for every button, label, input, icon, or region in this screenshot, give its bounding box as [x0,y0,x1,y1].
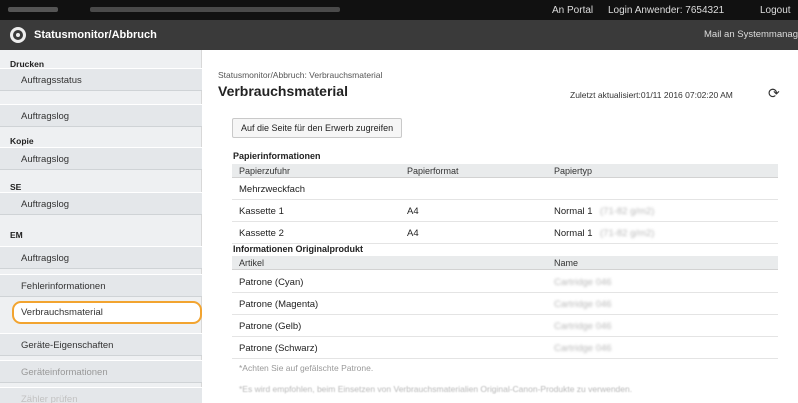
sidebar-item-zaehler-pruefen[interactable]: Zähler prüfen [0,387,202,403]
sidebar-item-label: Fehlerinformationen [21,281,106,292]
article-cell: Patrone (Cyan) [239,277,304,288]
sidebar-item-label: Auftragslog [21,253,70,264]
col-papierzufuhr: Papierzufuhr [239,166,291,176]
sidebar-item-label: Geräteinformationen [21,367,108,378]
paper-type-detail: (71-82 g/m2) [600,206,655,217]
table-row: Patrone (Schwarz) Cartridge 046 [232,337,778,359]
app-header: Statusmonitor/Abbruch Mail an Systemmana… [0,20,798,50]
sidebar-section-em: EM [10,230,23,240]
sidebar-item-label: Zähler prüfen [21,394,78,403]
last-updated-text: Zuletzt aktualisiert:01/11 2016 07:02:20… [570,90,733,100]
col-papiertyp: Papiertyp [554,166,593,176]
login-user-label: Login Anwender: 7654321 [608,5,725,16]
blurred-url-path [90,7,340,12]
article-cell: Patrone (Magenta) [239,299,319,310]
paper-table-header: Papierzufuhr Papierformat Papiertyp [232,164,778,178]
table-row: Kassette 2 A4 Normal 1 (71-82 g/m2) [232,222,778,244]
sidebar-item-verbrauchsmaterial[interactable]: Verbrauchsmaterial [12,301,202,324]
sidebar-item-geraete-eigenschaften[interactable]: Geräte-Eigenschaften [0,333,202,356]
sidebar-item-label: Verbrauchsmaterial [21,307,103,318]
sidebar-section-kopie: Kopie [10,136,34,146]
app-title: Statusmonitor/Abbruch [34,29,157,41]
sidebar-item-em-auftragslog[interactable]: Auftragslog [0,246,202,269]
sidebar-item-geraeteinformationen[interactable]: Geräteinformationen [0,360,202,383]
paper-source-cell: Mehrzweckfach [239,184,305,195]
col-artikel: Artikel [239,258,265,268]
sidebar-item-label: Geräte-Eigenschaften [21,340,114,351]
sidebar-item-druck-auftragsstatus[interactable]: Auftragsstatus [0,68,202,91]
col-name: Name [554,258,579,268]
paper-info-heading: Papierinformationen [233,151,321,161]
table-row: Mehrzweckfach [232,178,778,200]
genuine-product-note: *Es wird empfohlen, beim Einsetzen von V… [239,384,633,394]
article-cell: Patrone (Schwarz) [239,343,318,354]
paper-size-cell: A4 [407,206,419,217]
paper-type-cell: Normal 1 [554,228,593,239]
sidebar-item-label: Auftragslog [21,154,70,165]
table-row: Kassette 1 A4 Normal 1 (71-82 g/m2) [232,200,778,222]
sidebar-item-druck-auftragslog[interactable]: Auftragslog [0,104,202,127]
article-name-cell: Cartridge 046 [554,343,612,354]
paper-source-cell: Kassette 1 [239,206,284,217]
paper-type-cell: Normal 1 [554,206,593,217]
original-info-heading: Informationen Originalprodukt [233,244,363,254]
article-name-cell: Cartridge 046 [554,299,612,310]
portal-link[interactable]: An Portal [552,5,593,16]
remote-ui-logo-icon [10,27,26,43]
original-table-header: Artikel Name [232,256,778,270]
page-title: Verbrauchsmaterial [218,83,348,99]
sidebar-item-fehlerinformationen[interactable]: Fehlerinformationen [0,274,202,297]
top-bar: An Portal Login Anwender: 7654321 Logout [0,0,798,20]
col-papierformat: Papierformat [407,166,459,176]
table-row: Patrone (Gelb) Cartridge 046 [232,315,778,337]
sidebar-section-se: SE [10,182,22,192]
purchase-page-button[interactable]: Auf die Seite für den Erwerb zugreifen [232,118,403,138]
article-name-cell: Cartridge 046 [554,277,612,288]
sidebar: Drucken Auftragsstatus Auftragslog Kopie… [0,50,202,403]
refresh-icon[interactable]: ⟳ [768,86,784,100]
paper-size-cell: A4 [407,228,419,239]
counterfeit-note: *Achten Sie auf gefälschte Patrone. [239,363,374,373]
sidebar-item-kopie-auftragslog[interactable]: Auftragslog [0,147,202,170]
mail-to-admin-link[interactable]: Mail an Systemmanager [704,29,798,40]
sidebar-item-label: Auftragsstatus [21,75,82,86]
article-name-cell: Cartridge 046 [554,321,612,332]
breadcrumb: Statusmonitor/Abbruch: Verbrauchsmateria… [218,70,383,80]
table-row: Patrone (Cyan) Cartridge 046 [232,271,778,293]
paper-type-detail: (71-82 g/m2) [600,228,655,239]
table-row: Patrone (Magenta) Cartridge 046 [232,293,778,315]
sidebar-item-label: Auftragslog [21,199,70,210]
sidebar-item-label: Auftragslog [21,111,70,122]
paper-source-cell: Kassette 2 [239,228,284,239]
blurred-url-segment [8,7,58,12]
main-content: Statusmonitor/Abbruch: Verbrauchsmateria… [203,50,798,403]
article-cell: Patrone (Gelb) [239,321,302,332]
logout-link[interactable]: Logout [760,5,791,16]
sidebar-item-se-auftragslog[interactable]: Auftragslog [0,192,202,215]
